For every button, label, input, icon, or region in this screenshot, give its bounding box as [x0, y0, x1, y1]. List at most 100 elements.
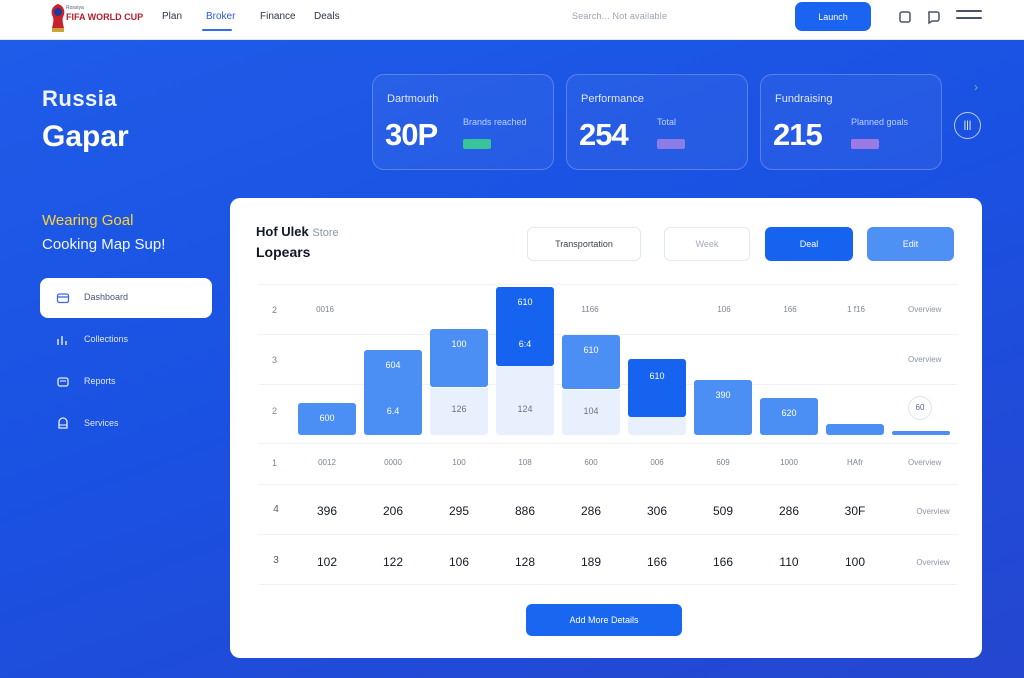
- deal-button[interactable]: Deal: [765, 227, 853, 261]
- sidebar-item-label: Services: [84, 418, 119, 428]
- chart-row-label: 3: [272, 355, 278, 365]
- table-cell: 106: [448, 555, 470, 569]
- chart-bar[interactable]: 610: [628, 359, 686, 417]
- table-cell: 295: [448, 504, 470, 518]
- sidebar-item-dashboard[interactable]: Dashboard: [40, 278, 212, 318]
- axis-label: 600: [584, 458, 598, 467]
- grid-line: [258, 443, 958, 444]
- nav-link-deals[interactable]: Deals: [314, 11, 340, 22]
- table-cell: 166: [712, 555, 734, 569]
- table-cell: 286: [580, 504, 602, 518]
- chart-bar-base: [628, 417, 686, 435]
- chart-bar-base: 104: [562, 390, 620, 435]
- table-cell: 396: [316, 504, 338, 518]
- square-icon[interactable]: [896, 8, 914, 26]
- bar-value: 610: [517, 297, 533, 307]
- column-top-label: 106: [717, 305, 731, 314]
- axis-label: 108: [518, 458, 532, 467]
- table-row-index: 3: [273, 555, 279, 566]
- sidebar-subheading: Cooking Map Sup!: [42, 236, 166, 253]
- hero-eyebrow: Russia: [42, 86, 118, 111]
- stat-subtext: Brands reached: [463, 117, 527, 127]
- chart-round-button[interactable]: 60: [908, 396, 932, 420]
- chart-row-label: 2: [272, 406, 278, 416]
- chart-bar[interactable]: [892, 431, 950, 435]
- bar-base-value: 104: [583, 406, 599, 416]
- grid-line: [258, 284, 958, 285]
- transportation-button[interactable]: Transportation: [527, 227, 641, 261]
- chart-bar[interactable]: 610: [562, 335, 620, 389]
- bar-value: 100: [451, 339, 467, 349]
- bar-bottom-value: 6.4: [386, 406, 400, 416]
- sidebar-item-reports[interactable]: Reports: [40, 362, 212, 402]
- overview-label: Overview: [916, 507, 950, 516]
- column-top-label: 1166: [581, 305, 599, 314]
- chart-bar[interactable]: 610 6:4: [496, 287, 554, 366]
- chart-bar[interactable]: 620: [760, 398, 818, 435]
- nav-link-finance[interactable]: Finance: [260, 11, 296, 22]
- stat-card-1[interactable]: Dartmouth 30P Brands reached: [372, 74, 554, 170]
- stat-card-3[interactable]: Fundraising 215 Planned goals: [760, 74, 942, 170]
- overview-label: Overview: [908, 355, 942, 364]
- chart-bar-base: 126: [430, 388, 488, 435]
- table-row-index: 4: [273, 504, 279, 515]
- bar-value: 610: [583, 345, 599, 355]
- chart-bar-base: 124: [496, 366, 554, 435]
- main-panel: Hof Ulek Store Lopears Transportation We…: [230, 198, 982, 658]
- axis-label: 0012: [318, 458, 336, 467]
- table-cell: 166: [646, 555, 668, 569]
- stat-card-2[interactable]: Performance 254 Total: [566, 74, 748, 170]
- chart-row-label: 1: [272, 458, 278, 468]
- stat-value: 215: [773, 117, 823, 152]
- edit-button[interactable]: Edit: [867, 227, 954, 261]
- sidebar-item-services[interactable]: Services: [40, 404, 212, 444]
- table-cell: 102: [316, 555, 338, 569]
- chart-bar[interactable]: 100: [430, 329, 488, 387]
- table-cell: 122: [382, 555, 404, 569]
- chart-bar[interactable]: 604 6.4: [364, 350, 422, 435]
- stat-subtext: Planned goals: [851, 117, 909, 127]
- table-divider: [258, 484, 958, 485]
- overview-label: Overview: [916, 558, 950, 567]
- chat-icon[interactable]: [924, 8, 942, 26]
- stat-pill: [463, 139, 491, 149]
- axis-label: 006: [650, 458, 664, 467]
- add-details-button[interactable]: Add More Details: [526, 604, 682, 636]
- nav-link-plan[interactable]: Plan: [162, 11, 182, 22]
- axis-label: 1000: [780, 458, 798, 467]
- overview-label: Overview: [908, 458, 942, 467]
- chart-icon: [57, 336, 67, 345]
- search-input[interactable]: Search... Not available: [572, 11, 667, 21]
- bar-base-value: 124: [517, 404, 533, 414]
- chart-bar[interactable]: 600: [298, 403, 356, 435]
- table-divider: [258, 584, 958, 585]
- chart-bar[interactable]: [826, 424, 884, 435]
- week-button[interactable]: Week: [664, 227, 750, 261]
- launch-button[interactable]: Launch: [795, 2, 871, 31]
- chevron-right-icon[interactable]: ›: [974, 80, 978, 94]
- table-divider: [258, 534, 958, 535]
- nav-link-broker[interactable]: Broker: [206, 11, 235, 22]
- bar-value: 610: [649, 371, 665, 381]
- axis-label: 100: [452, 458, 466, 467]
- table-cell: 886: [514, 504, 536, 518]
- table-cell: 286: [778, 504, 800, 518]
- document-icon: [57, 377, 69, 387]
- table-cell: 189: [580, 555, 602, 569]
- table-cell: 100: [844, 555, 866, 569]
- panel-title-muted: Store: [312, 227, 339, 239]
- pause-button[interactable]: |||: [954, 112, 981, 139]
- bar-base-value: 126: [451, 404, 467, 414]
- axis-label: 609: [716, 458, 730, 467]
- brand-wordmark: Rossiya FIFA WORLD CUP: [66, 4, 143, 22]
- hamburger-menu-icon[interactable]: [956, 10, 982, 24]
- top-navigation-bar: Rossiya FIFA WORLD CUP Plan Broker Finan…: [0, 0, 1024, 40]
- chart-row-label: 2: [272, 305, 278, 315]
- table-cell: 306: [646, 504, 668, 518]
- sidebar-item-label: Dashboard: [84, 292, 129, 302]
- stat-subtext: Total: [657, 117, 677, 127]
- chart-bar[interactable]: 390: [694, 380, 752, 435]
- bar-value: 600: [319, 413, 335, 423]
- stat-label: Performance: [581, 93, 644, 105]
- sidebar-item-collections[interactable]: Collections: [40, 320, 212, 360]
